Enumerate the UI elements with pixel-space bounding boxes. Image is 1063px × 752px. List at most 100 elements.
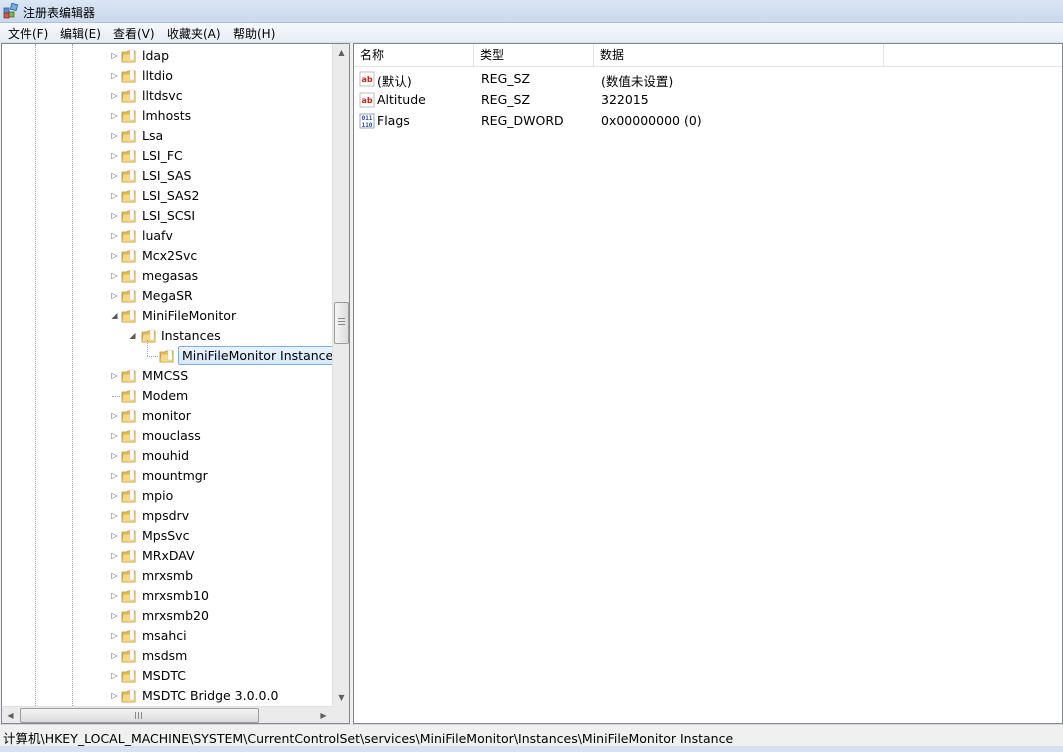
tree-node-label[interactable]: LSI_FC — [139, 148, 186, 164]
tree-node-label[interactable]: lltdio — [139, 68, 176, 84]
tree-node-label[interactable]: MSDTC — [139, 668, 189, 684]
tree-node[interactable]: ▷ LSI_SAS2 — [2, 186, 332, 206]
tree-node-label[interactable]: megasas — [139, 268, 201, 284]
collapse-arrow-icon[interactable]: ◢ — [128, 331, 137, 340]
expand-arrow-icon[interactable]: ▷ — [110, 491, 119, 500]
menu-favorites[interactable]: 收藏夹(A) — [166, 25, 222, 42]
scroll-left-arrow-icon[interactable]: ◀ — [2, 707, 19, 723]
value-row[interactable]: 011 110 Flags REG_DWORD 0x00000000 (0) — [354, 111, 1062, 132]
collapse-arrow-icon[interactable]: ◢ — [110, 311, 119, 320]
expand-arrow-icon[interactable]: ▷ — [110, 691, 119, 700]
expand-arrow-icon[interactable]: ▷ — [110, 671, 119, 680]
tree-node[interactable]: ▷ mrxsmb10 — [2, 586, 332, 606]
expand-arrow-icon[interactable]: ▷ — [110, 571, 119, 580]
tree-node[interactable]: ▷ mountmgr — [2, 466, 332, 486]
expand-arrow-icon[interactable]: ▷ — [110, 591, 119, 600]
tree-node-label[interactable]: mpsdrv — [139, 508, 192, 524]
tree-node[interactable]: ▷ lltdsvc — [2, 86, 332, 106]
menu-edit[interactable]: 编辑(E) — [59, 25, 102, 42]
tree-node[interactable]: ▷ mrxsmb20 — [2, 606, 332, 626]
tree-node-label[interactable]: MegaSR — [139, 288, 196, 304]
tree-node[interactable]: ▷ Lsa — [2, 126, 332, 146]
tree-node[interactable]: ▷ mouhid — [2, 446, 332, 466]
tree-node-label[interactable]: lmhosts — [139, 108, 194, 124]
expand-arrow-icon[interactable]: ▷ — [110, 71, 119, 80]
scroll-down-arrow-icon[interactable]: ▼ — [333, 689, 349, 706]
tree-node-label[interactable]: mrxsmb10 — [139, 588, 212, 604]
expand-arrow-icon[interactable]: ▷ — [110, 451, 119, 460]
expand-arrow-icon[interactable]: ▷ — [110, 211, 119, 220]
value-row[interactable]: ab (默认) REG_SZ (数值未设置) — [354, 69, 1062, 90]
tree-node[interactable]: MiniFileMonitor Instance — [2, 340, 332, 366]
tree-node[interactable]: ▷ MSDTC Bridge 3.0.0.0 — [2, 686, 332, 706]
tree-node-label[interactable]: MiniFileMonitor Instance — [178, 346, 332, 365]
column-header-name[interactable]: 名称 — [354, 44, 474, 66]
tree-node-label[interactable]: Mcx2Svc — [139, 248, 200, 264]
expand-arrow-icon[interactable]: ▷ — [110, 291, 119, 300]
values-list[interactable]: 名称 类型 数据 ab (默认) REG_SZ (数值未设置) ab Altitude RE… — [353, 43, 1063, 724]
menu-view[interactable]: 查看(V) — [112, 25, 156, 42]
menu-help[interactable]: 帮助(H) — [232, 25, 276, 42]
tree-node[interactable]: ▷ mpsdrv — [2, 506, 332, 526]
expand-arrow-icon[interactable]: ▷ — [110, 171, 119, 180]
tree-node-label[interactable]: monitor — [139, 408, 194, 424]
tree-node-label[interactable]: mrxsmb20 — [139, 608, 212, 624]
tree-node[interactable]: ▷ msdsm — [2, 646, 332, 666]
tree-node[interactable]: ◢ Instances — [2, 326, 332, 346]
expand-arrow-icon[interactable]: ▷ — [110, 251, 119, 260]
tree-node-label[interactable]: mouhid — [139, 448, 192, 464]
tree-node-label[interactable]: msahci — [139, 628, 190, 644]
tree-node[interactable]: ▷ MSDTC — [2, 666, 332, 686]
expand-arrow-icon[interactable]: ▷ — [110, 151, 119, 160]
scroll-right-arrow-icon[interactable]: ▶ — [315, 707, 332, 723]
expand-arrow-icon[interactable]: ▷ — [110, 611, 119, 620]
expand-arrow-icon[interactable]: ▷ — [110, 51, 119, 60]
tree-node[interactable]: ▷ megasas — [2, 266, 332, 286]
tree-node[interactable]: ▷ msahci — [2, 626, 332, 646]
tree-node[interactable]: ▷ lmhosts — [2, 106, 332, 126]
tree-node-label[interactable]: mrxsmb — [139, 568, 196, 584]
scroll-thumb[interactable] — [334, 302, 349, 344]
tree-node-label[interactable]: mountmgr — [139, 468, 211, 484]
tree-node[interactable]: ▷ lltdio — [2, 66, 332, 86]
expand-arrow-icon[interactable]: ▷ — [110, 471, 119, 480]
tree-node-label[interactable]: MSDTC Bridge 3.0.0.0 — [139, 688, 281, 704]
tree-node[interactable]: ▷ LSI_SAS — [2, 166, 332, 186]
tree-node[interactable]: ◢ MiniFileMonitor — [2, 306, 332, 326]
tree-node-label[interactable]: Modem — [139, 388, 191, 404]
menu-file[interactable]: 文件(F) — [7, 25, 49, 42]
tree-node-label[interactable]: MiniFileMonitor — [139, 308, 239, 324]
tree-node-label[interactable]: lltdsvc — [139, 88, 186, 104]
tree-node[interactable]: Modem — [2, 386, 332, 406]
expand-arrow-icon[interactable]: ▷ — [110, 511, 119, 520]
expand-arrow-icon[interactable]: ▷ — [110, 551, 119, 560]
tree-node[interactable]: ▷ MegaSR — [2, 286, 332, 306]
tree-node[interactable]: ▷ monitor — [2, 406, 332, 426]
expand-arrow-icon[interactable]: ▷ — [110, 91, 119, 100]
tree-node[interactable]: ▷ luafv — [2, 226, 332, 246]
column-header-type[interactable]: 类型 — [474, 44, 594, 66]
expand-arrow-icon[interactable]: ▷ — [110, 111, 119, 120]
expand-arrow-icon[interactable]: ▷ — [110, 531, 119, 540]
tree-node[interactable]: ▷ mrxsmb — [2, 566, 332, 586]
tree-node-label[interactable]: mouclass — [139, 428, 204, 444]
tree-node-label[interactable]: LSI_SCSI — [139, 208, 198, 224]
tree-node-label[interactable]: msdsm — [139, 648, 190, 664]
expand-arrow-icon[interactable]: ▷ — [110, 651, 119, 660]
tree-node[interactable]: ▷ LSI_SCSI — [2, 206, 332, 226]
tree-node[interactable]: ▷ MMCSS — [2, 366, 332, 386]
expand-arrow-icon[interactable]: ▷ — [110, 631, 119, 640]
tree-node[interactable]: ▷ Mcx2Svc — [2, 246, 332, 266]
tree-horizontal-scrollbar[interactable]: ◀ ▶ — [2, 706, 332, 723]
tree-node-label[interactable]: LSI_SAS — [139, 168, 195, 184]
tree-node-label[interactable]: Instances — [158, 328, 224, 344]
tree-node[interactable]: ▷ mouclass — [2, 426, 332, 446]
tree-node-label[interactable]: Lsa — [139, 128, 166, 144]
tree-node[interactable]: ▷ mpio — [2, 486, 332, 506]
tree-node-label[interactable]: LSI_SAS2 — [139, 188, 202, 204]
tree-node[interactable]: ▷ LSI_FC — [2, 146, 332, 166]
tree-node[interactable]: ▷ ldap — [2, 46, 332, 66]
expand-arrow-icon[interactable]: ▷ — [110, 231, 119, 240]
expand-arrow-icon[interactable]: ▷ — [110, 271, 119, 280]
value-row[interactable]: ab Altitude REG_SZ 322015 — [354, 90, 1062, 111]
